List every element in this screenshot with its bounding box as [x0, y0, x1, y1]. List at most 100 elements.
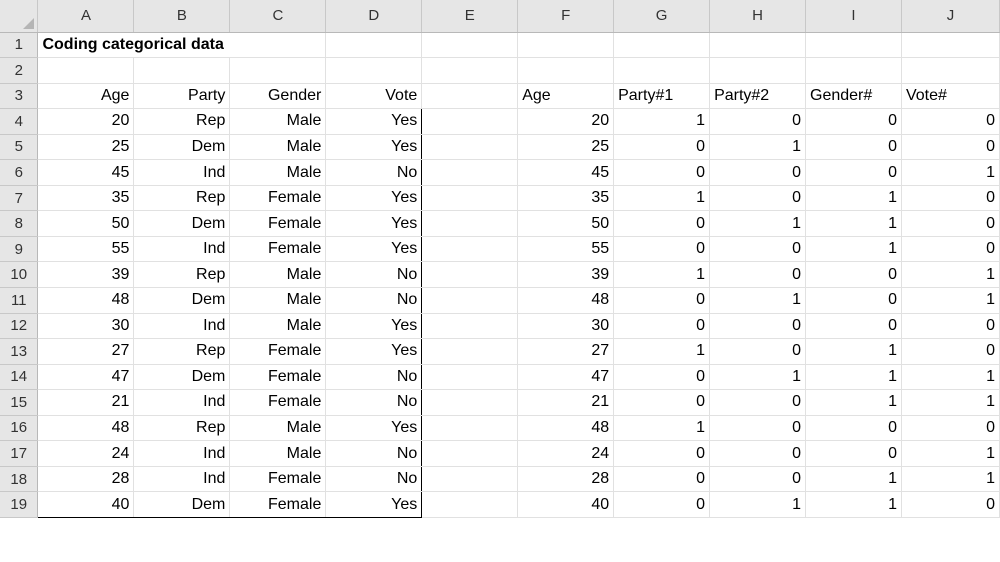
- data-cell[interactable]: No: [325, 287, 423, 314]
- coded-header-cell[interactable]: Party#1: [613, 83, 711, 110]
- title-cell[interactable]: Coding categorical data: [37, 32, 327, 59]
- empty-cell[interactable]: [421, 261, 519, 288]
- coded-data-cell[interactable]: 45: [517, 159, 615, 186]
- empty-cell[interactable]: [229, 57, 327, 84]
- row-header-14[interactable]: 14: [0, 364, 39, 391]
- empty-cell[interactable]: [421, 134, 519, 161]
- data-cell[interactable]: Ind: [133, 236, 231, 263]
- data-cell[interactable]: Female: [229, 185, 327, 212]
- coded-data-cell[interactable]: 1: [901, 261, 1000, 288]
- data-cell[interactable]: Rep: [133, 108, 231, 135]
- data-cell[interactable]: Yes: [325, 108, 423, 135]
- data-cell[interactable]: No: [325, 261, 423, 288]
- empty-cell[interactable]: [421, 236, 519, 263]
- data-cell[interactable]: Yes: [325, 236, 423, 263]
- coded-data-cell[interactable]: 28: [517, 466, 615, 493]
- row-header-10[interactable]: 10: [0, 261, 39, 288]
- coded-data-cell[interactable]: 0: [613, 236, 711, 263]
- row-header-9[interactable]: 9: [0, 236, 39, 263]
- data-cell[interactable]: No: [325, 159, 423, 186]
- empty-cell[interactable]: [421, 185, 519, 212]
- row-header-1[interactable]: 1: [0, 32, 39, 59]
- data-cell[interactable]: Male: [229, 261, 327, 288]
- coded-data-cell[interactable]: 1: [613, 338, 711, 365]
- coded-data-cell[interactable]: 0: [709, 108, 807, 135]
- data-cell[interactable]: 28: [37, 466, 135, 493]
- coded-data-cell[interactable]: 1: [901, 466, 1000, 493]
- coded-data-cell[interactable]: 0: [709, 236, 807, 263]
- empty-cell[interactable]: [421, 364, 519, 391]
- data-cell[interactable]: 25: [37, 134, 135, 161]
- coded-data-cell[interactable]: 1: [613, 108, 711, 135]
- data-cell[interactable]: Ind: [133, 313, 231, 340]
- empty-cell[interactable]: [421, 210, 519, 237]
- coded-data-cell[interactable]: 1: [709, 287, 807, 314]
- data-cell[interactable]: Dem: [133, 134, 231, 161]
- data-cell[interactable]: Yes: [325, 338, 423, 365]
- data-cell[interactable]: Yes: [325, 491, 423, 518]
- empty-cell[interactable]: [325, 57, 423, 84]
- empty-cell[interactable]: [709, 57, 807, 84]
- coded-header-cell[interactable]: Party#2: [709, 83, 807, 110]
- coded-data-cell[interactable]: 0: [709, 338, 807, 365]
- row-header-19[interactable]: 19: [0, 491, 39, 518]
- data-cell[interactable]: Female: [229, 364, 327, 391]
- data-cell[interactable]: No: [325, 389, 423, 416]
- data-cell[interactable]: Female: [229, 338, 327, 365]
- coded-data-cell[interactable]: 0: [901, 210, 1000, 237]
- empty-cell[interactable]: [805, 32, 902, 59]
- coded-data-cell[interactable]: 20: [517, 108, 615, 135]
- empty-cell[interactable]: [421, 313, 519, 340]
- coded-data-cell[interactable]: 48: [517, 287, 615, 314]
- data-cell[interactable]: Dem: [133, 491, 231, 518]
- data-cell[interactable]: Yes: [325, 185, 423, 212]
- empty-cell[interactable]: [421, 491, 519, 518]
- coded-data-cell[interactable]: 1: [901, 364, 1000, 391]
- column-header-b[interactable]: B: [133, 0, 231, 33]
- data-cell[interactable]: Rep: [133, 185, 231, 212]
- empty-cell[interactable]: [421, 415, 519, 442]
- coded-data-cell[interactable]: 0: [709, 185, 807, 212]
- column-header-d[interactable]: D: [325, 0, 423, 33]
- data-cell[interactable]: 47: [37, 364, 135, 391]
- coded-data-cell[interactable]: 1: [613, 185, 711, 212]
- coded-data-cell[interactable]: 0: [901, 108, 1000, 135]
- coded-data-cell[interactable]: 1: [901, 159, 1000, 186]
- row-header-2[interactable]: 2: [0, 57, 39, 84]
- coded-data-cell[interactable]: 0: [805, 261, 902, 288]
- coded-data-cell[interactable]: 30: [517, 313, 615, 340]
- empty-cell[interactable]: [421, 440, 519, 467]
- coded-data-cell[interactable]: 1: [805, 491, 902, 518]
- data-cell[interactable]: 27: [37, 338, 135, 365]
- empty-cell[interactable]: [421, 338, 519, 365]
- coded-data-cell[interactable]: 1: [709, 491, 807, 518]
- coded-data-cell[interactable]: 0: [709, 440, 807, 467]
- coded-data-cell[interactable]: 0: [901, 236, 1000, 263]
- row-header-13[interactable]: 13: [0, 338, 39, 365]
- coded-data-cell[interactable]: 0: [901, 313, 1000, 340]
- coded-data-cell[interactable]: 1: [709, 134, 807, 161]
- coded-data-cell[interactable]: 0: [901, 185, 1000, 212]
- data-cell[interactable]: 39: [37, 261, 135, 288]
- data-cell[interactable]: Ind: [133, 440, 231, 467]
- row-header-7[interactable]: 7: [0, 185, 39, 212]
- coded-data-cell[interactable]: 0: [613, 364, 711, 391]
- data-cell[interactable]: 21: [37, 389, 135, 416]
- coded-data-cell[interactable]: 47: [517, 364, 615, 391]
- column-header-g[interactable]: G: [613, 0, 711, 33]
- coded-data-cell[interactable]: 0: [613, 440, 711, 467]
- coded-data-cell[interactable]: 1: [805, 185, 902, 212]
- empty-cell[interactable]: [613, 32, 711, 59]
- data-cell[interactable]: Female: [229, 491, 327, 518]
- coded-data-cell[interactable]: 0: [709, 466, 807, 493]
- coded-data-cell[interactable]: 0: [805, 287, 902, 314]
- coded-data-cell[interactable]: 0: [901, 415, 1000, 442]
- empty-cell[interactable]: [517, 32, 615, 59]
- data-cell[interactable]: 55: [37, 236, 135, 263]
- coded-data-cell[interactable]: 40: [517, 491, 615, 518]
- coded-data-cell[interactable]: 0: [805, 440, 902, 467]
- data-cell[interactable]: 35: [37, 185, 135, 212]
- coded-data-cell[interactable]: 0: [901, 338, 1000, 365]
- coded-data-cell[interactable]: 0: [709, 313, 807, 340]
- coded-data-cell[interactable]: 35: [517, 185, 615, 212]
